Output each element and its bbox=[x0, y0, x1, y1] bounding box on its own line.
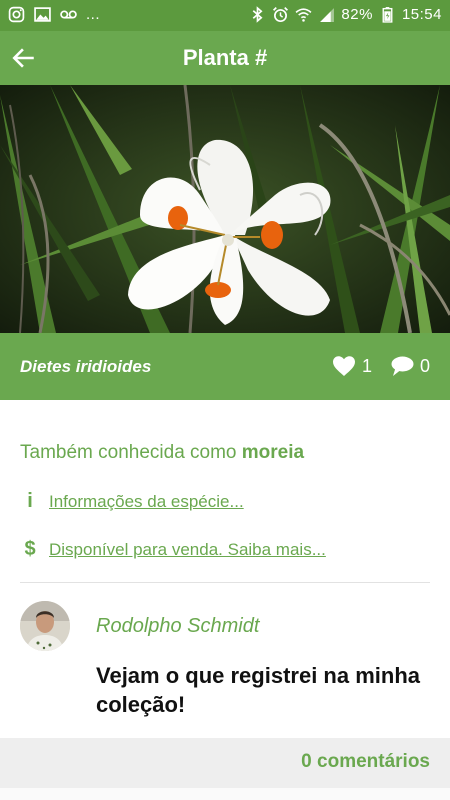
alarm-icon bbox=[272, 6, 289, 23]
status-bar: ... 82% 15:54 bbox=[0, 0, 450, 31]
user-portrait bbox=[20, 601, 70, 651]
like-button[interactable]: 1 bbox=[332, 355, 372, 377]
info-icon: i bbox=[27, 490, 33, 512]
for-sale-link[interactable]: $ Disponível para venda. Saiba mais... bbox=[20, 538, 326, 561]
signal-icon bbox=[318, 6, 335, 23]
wifi-icon bbox=[295, 6, 312, 23]
bluetooth-icon bbox=[249, 6, 266, 23]
comment-count-button[interactable]: 0 bbox=[390, 355, 430, 377]
plant-photo[interactable] bbox=[0, 85, 450, 333]
species-bar: Dietes iridioides 1 0 bbox=[0, 333, 450, 400]
flower-image bbox=[0, 85, 450, 333]
post-text: Vejam o que registrei na minha coleção! bbox=[96, 663, 420, 717]
dollar-icon: $ bbox=[24, 538, 36, 560]
voicemail-icon bbox=[60, 6, 77, 23]
author-name[interactable]: Rodolpho Schmidt bbox=[96, 615, 259, 638]
battery-icon bbox=[379, 6, 396, 23]
divider bbox=[20, 582, 430, 583]
notifications-overflow: ... bbox=[86, 6, 101, 23]
avatar[interactable] bbox=[20, 601, 70, 651]
like-count: 1 bbox=[362, 355, 373, 376]
speech-bubble-icon bbox=[391, 356, 414, 376]
scientific-name[interactable]: Dietes iridioides bbox=[20, 357, 151, 377]
bottom-strip bbox=[0, 788, 450, 800]
for-sale-link-text: Disponível para venda. Saiba mais... bbox=[49, 539, 326, 559]
status-bar-system: 82% 15:54 bbox=[249, 6, 442, 23]
comment-count: 0 bbox=[420, 355, 431, 376]
species-info-link-text: Informações da espécie... bbox=[49, 491, 244, 511]
app-bar: Planta # bbox=[0, 31, 450, 85]
clock: 15:54 bbox=[401, 6, 442, 23]
comments-link[interactable]: 0 comentários bbox=[301, 751, 430, 773]
common-name-line: Também conhecida como moreia bbox=[20, 442, 304, 464]
heart-icon bbox=[333, 356, 355, 376]
page-title: Planta # bbox=[182, 45, 268, 70]
comments-footer: 0 comentários bbox=[0, 738, 450, 788]
common-name-prefix: Também conhecida como bbox=[20, 442, 237, 463]
instagram-icon bbox=[8, 6, 25, 23]
battery-percent: 82% bbox=[341, 6, 373, 23]
species-info-link[interactable]: i Informações da espécie... bbox=[20, 490, 244, 513]
gallery-icon bbox=[34, 6, 51, 23]
status-bar-notifications: ... bbox=[8, 6, 100, 23]
common-name: moreia bbox=[241, 442, 305, 463]
